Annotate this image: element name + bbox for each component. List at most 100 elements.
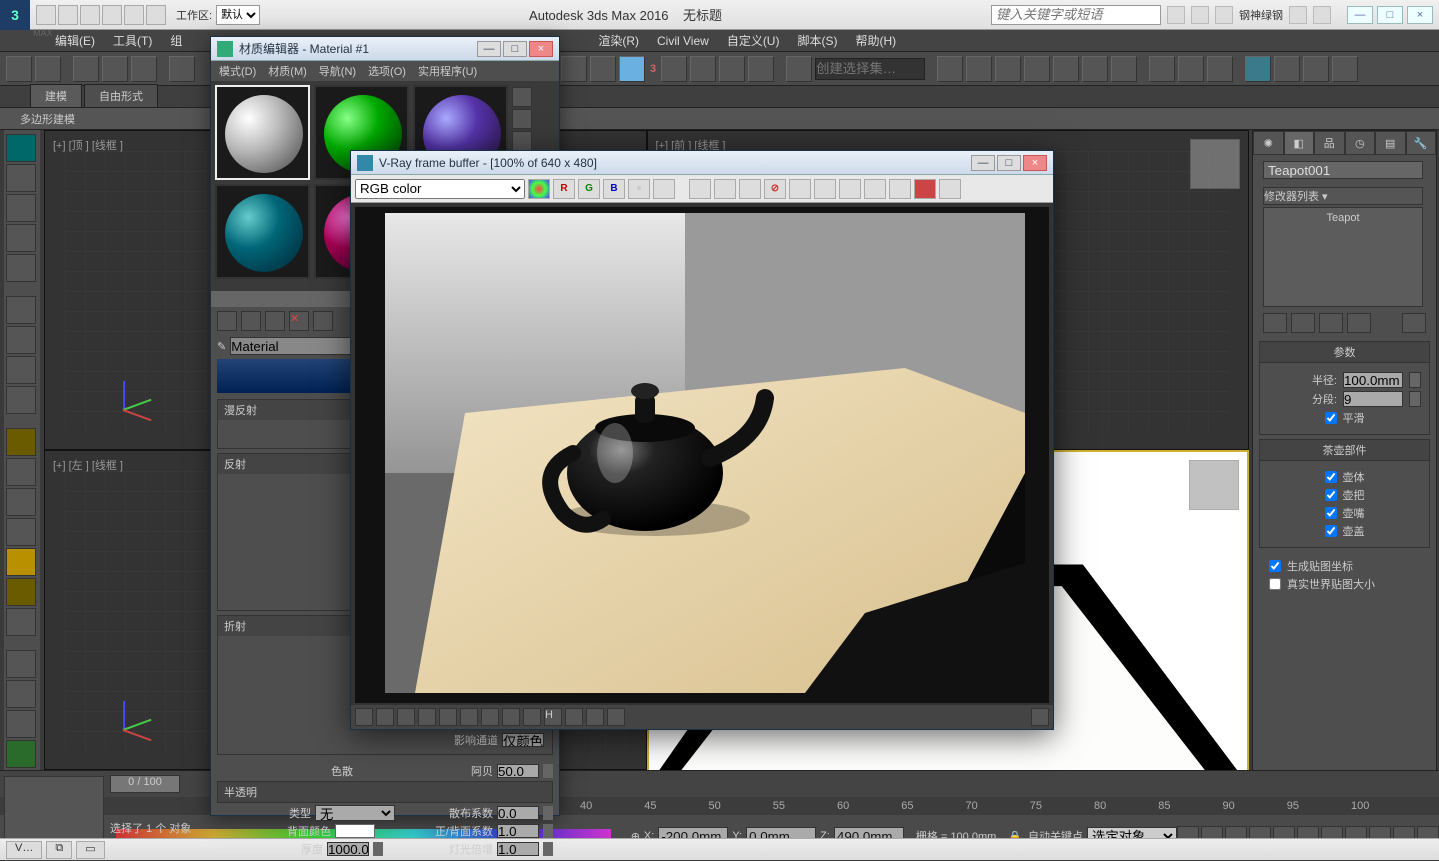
translucency-type-select[interactable]: 无 (315, 805, 395, 821)
vfb-load-icon[interactable] (714, 179, 736, 199)
minimize-button[interactable]: — (1347, 6, 1373, 24)
camera-icon[interactable] (6, 296, 36, 324)
show-end-icon[interactable] (1291, 313, 1315, 333)
menu-edit[interactable]: 编辑(E) (55, 32, 95, 49)
vfb-copy-icon[interactable] (789, 179, 811, 199)
modifier-list-select[interactable]: 修改器列表 ▾ (1263, 187, 1423, 205)
object-name-field[interactable] (1263, 161, 1423, 179)
vfb-expand-icon[interactable] (1031, 708, 1049, 726)
vray-frame-buffer-window[interactable]: V-Ray frame buffer - [100% of 640 x 480]… (350, 150, 1054, 730)
close-button[interactable]: × (1407, 6, 1433, 24)
assign-icon[interactable] (265, 311, 285, 331)
thickness-field[interactable] (327, 842, 369, 856)
ribbon-tab-model[interactable]: 建模 (30, 84, 82, 107)
spout-checkbox[interactable]: 壶嘴 (1268, 505, 1421, 521)
hair-icon[interactable] (6, 710, 36, 738)
teapot-render-icon[interactable] (1274, 56, 1300, 82)
menu-help[interactable]: 帮助(H) (855, 32, 896, 49)
save-icon[interactable] (80, 5, 100, 25)
viewcube-icon[interactable] (1189, 460, 1239, 510)
material-slot-1[interactable] (215, 85, 310, 180)
new-icon[interactable] (36, 5, 56, 25)
stack-item[interactable]: Teapot (1268, 212, 1418, 224)
taskbar-tile-icon[interactable]: ▭ (76, 841, 104, 859)
vfb-save-icon[interactable] (689, 179, 711, 199)
smooth-checkbox[interactable]: 平滑 (1268, 410, 1421, 426)
radius-field[interactable] (1343, 372, 1403, 388)
make-copy-icon[interactable] (313, 311, 333, 331)
rotate-icon[interactable] (619, 56, 645, 82)
motion-tab-icon[interactable]: ◷ (1345, 131, 1376, 155)
cloth-icon[interactable] (6, 680, 36, 708)
vfb-render-area[interactable] (355, 207, 1049, 703)
segs-field[interactable] (1343, 391, 1403, 407)
lid-checkbox[interactable]: 壶盖 (1268, 523, 1421, 539)
vfb-region-icon[interactable] (839, 179, 861, 199)
backlight-icon[interactable] (512, 109, 532, 129)
named-sel-icon[interactable] (786, 56, 812, 82)
mat-menu-mode[interactable]: 模式(D) (219, 63, 256, 79)
angle-snap-icon[interactable] (690, 56, 716, 82)
teapot2-icon[interactable] (6, 488, 36, 516)
box-prim-icon[interactable] (6, 428, 36, 456)
link-icon[interactable] (146, 5, 166, 25)
lightmult-field[interactable] (497, 842, 539, 856)
vfb-levels-icon[interactable] (439, 708, 457, 726)
taskbar-restore-icon[interactable]: ⧉ (46, 841, 72, 859)
isolate-icon[interactable] (6, 254, 36, 282)
vfb-teapot-render-icon[interactable] (939, 179, 961, 199)
put-to-scene-icon[interactable] (241, 311, 261, 331)
select-filter-icon[interactable] (169, 56, 195, 82)
vfb-green-button[interactable]: G (578, 179, 600, 199)
spinner-snap-icon[interactable] (748, 56, 774, 82)
radius-spinner[interactable] (1409, 372, 1421, 388)
vfb-maximize-button[interactable]: □ (997, 155, 1021, 171)
vfb-grid-icon[interactable] (607, 708, 625, 726)
move-icon[interactable] (590, 56, 616, 82)
menu-tools[interactable]: 工具(T) (113, 32, 152, 49)
vfb-pixel-icon[interactable] (523, 708, 541, 726)
bind-icon[interactable] (131, 56, 157, 82)
abbe-field[interactable] (497, 764, 539, 778)
ribbon-tab-freeform[interactable]: 自由形式 (84, 84, 158, 107)
affect-chan2-field[interactable] (502, 733, 544, 747)
unique-icon[interactable] (1319, 313, 1343, 333)
selection-set-input[interactable] (815, 58, 925, 80)
utilities-tab-icon[interactable]: 🔧 (1406, 131, 1437, 155)
taskbar-app[interactable]: V… (6, 841, 42, 859)
redo-icon[interactable] (35, 56, 61, 82)
scatter-field[interactable] (497, 806, 539, 820)
physcam-icon[interactable] (6, 356, 36, 384)
mirror-icon[interactable] (937, 56, 963, 82)
vfb-stamp-icon[interactable] (460, 708, 478, 726)
vfb-h-icon[interactable]: H (544, 708, 562, 726)
align-icon[interactable] (966, 56, 992, 82)
vray-cam-icon[interactable] (6, 326, 36, 354)
back-color-swatch[interactable] (335, 824, 375, 838)
sphere-prim-icon[interactable] (6, 458, 36, 486)
exchange-icon[interactable] (1215, 6, 1233, 24)
vfb-red-button[interactable]: R (553, 179, 575, 199)
sun-icon[interactable] (6, 548, 36, 576)
omni-icon[interactable] (6, 578, 36, 606)
modify-tab-icon[interactable]: ◧ (1284, 131, 1315, 155)
menu-customize[interactable]: 自定义(U) (727, 32, 780, 49)
spot-icon[interactable] (6, 608, 36, 636)
configure-icon[interactable] (1402, 313, 1426, 333)
menu-render[interactable]: 渲染(R) (598, 32, 639, 49)
vfb-minimize-button[interactable]: — (971, 155, 995, 171)
vfb-titlebar[interactable]: V-Ray frame buffer - [100% of 640 x 480]… (351, 151, 1053, 175)
mat-menu-utils[interactable]: 实用程序(U) (418, 63, 477, 79)
layers-icon[interactable] (995, 56, 1021, 82)
user-name[interactable]: 钢神绿钢 (1239, 7, 1283, 23)
graphite-icon[interactable] (1024, 56, 1050, 82)
handle-checkbox[interactable]: 壶把 (1268, 487, 1421, 503)
mat-menu-navigate[interactable]: 导航(N) (319, 63, 356, 79)
vfb-stop-icon[interactable] (914, 179, 936, 199)
vfb-curve-icon[interactable] (397, 708, 415, 726)
material-editor-titlebar[interactable]: 材质编辑器 - Material #1 — □ × (211, 37, 559, 61)
undo-icon[interactable] (6, 56, 32, 82)
menu-group[interactable]: 组 (170, 32, 182, 49)
vfb-lens-icon[interactable] (481, 708, 499, 726)
background-icon[interactable] (512, 131, 532, 151)
